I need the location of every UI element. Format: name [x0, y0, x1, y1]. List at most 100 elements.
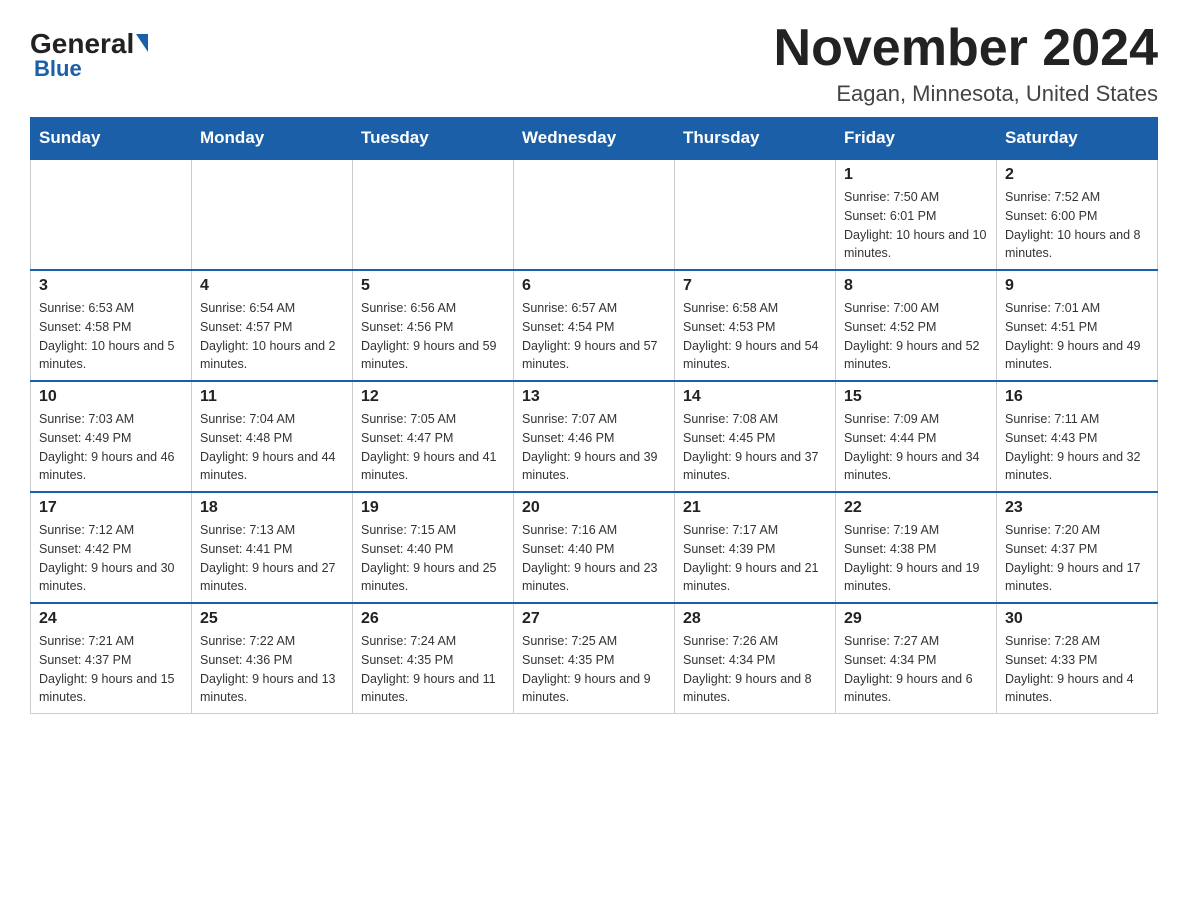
- column-header-sunday: Sunday: [31, 118, 192, 160]
- calendar-cell: 22 Sunrise: 7:19 AMSunset: 4:38 PMDayligh…: [836, 492, 997, 603]
- title-block: November 2024 Eagan, Minnesota, United S…: [774, 20, 1158, 107]
- day-number: 11: [200, 388, 344, 406]
- header-row: SundayMondayTuesdayWednesdayThursdayFrid…: [31, 118, 1158, 160]
- day-detail: Sunrise: 7:08 AMSunset: 4:45 PMDaylight:…: [683, 410, 827, 485]
- day-number: 8: [844, 277, 988, 295]
- day-number: 17: [39, 499, 183, 517]
- calendar-cell: 1Sunrise: 7:50 AMSunset: 6:01 PMDaylight…: [836, 159, 997, 270]
- column-header-thursday: Thursday: [675, 118, 836, 160]
- calendar-cell: 3 Sunrise: 6:53 AMSunset: 4:58 PMDaylight…: [31, 270, 192, 381]
- calendar-cell: [353, 159, 514, 270]
- day-detail: Sunrise: 7:52 AMSunset: 6:00 PMDaylight:…: [1005, 188, 1149, 263]
- calendar-cell: 4 Sunrise: 6:54 AMSunset: 4:57 PMDaylight…: [192, 270, 353, 381]
- calendar-cell: 14 Sunrise: 7:08 AMSunset: 4:45 PMDayligh…: [675, 381, 836, 492]
- logo-general-text: General: [30, 30, 134, 58]
- calendar-header: SundayMondayTuesdayWednesdayThursdayFrid…: [31, 118, 1158, 160]
- calendar-cell: 25 Sunrise: 7:22 AMSunset: 4:36 PMDayligh…: [192, 603, 353, 714]
- column-header-monday: Monday: [192, 118, 353, 160]
- page-header: General Blue November 2024 Eagan, Minnes…: [30, 20, 1158, 107]
- day-number: 3: [39, 277, 183, 295]
- day-detail: Sunrise: 7:24 AMSunset: 4:35 PMDaylight:…: [361, 632, 505, 707]
- week-row-3: 10 Sunrise: 7:03 AMSunset: 4:49 PMDayligh…: [31, 381, 1158, 492]
- calendar-body: 1Sunrise: 7:50 AMSunset: 6:01 PMDaylight…: [31, 159, 1158, 714]
- day-detail: Sunrise: 7:03 AMSunset: 4:49 PMDaylight:…: [39, 410, 183, 485]
- calendar-cell: 13Sunrise: 7:07 AMSunset: 4:46 PMDayligh…: [514, 381, 675, 492]
- day-detail: Sunrise: 6:53 AMSunset: 4:58 PMDaylight:…: [39, 299, 183, 374]
- day-detail: Sunrise: 7:25 AMSunset: 4:35 PMDaylight:…: [522, 632, 666, 707]
- logo: General Blue: [30, 30, 148, 82]
- day-number: 29: [844, 610, 988, 628]
- day-number: 28: [683, 610, 827, 628]
- day-detail: Sunrise: 7:07 AMSunset: 4:46 PMDaylight:…: [522, 410, 666, 485]
- day-number: 27: [522, 610, 666, 628]
- column-header-wednesday: Wednesday: [514, 118, 675, 160]
- day-number: 4: [200, 277, 344, 295]
- calendar-cell: 5Sunrise: 6:56 AMSunset: 4:56 PMDaylight…: [353, 270, 514, 381]
- day-detail: Sunrise: 7:11 AMSunset: 4:43 PMDaylight:…: [1005, 410, 1149, 485]
- day-detail: Sunrise: 7:26 AMSunset: 4:34 PMDaylight:…: [683, 632, 827, 707]
- day-detail: Sunrise: 7:20 AMSunset: 4:37 PMDaylight:…: [1005, 521, 1149, 596]
- day-number: 19: [361, 499, 505, 517]
- day-number: 18: [200, 499, 344, 517]
- calendar-cell: [192, 159, 353, 270]
- calendar-table: SundayMondayTuesdayWednesdayThursdayFrid…: [30, 117, 1158, 714]
- calendar-cell: 2 Sunrise: 7:52 AMSunset: 6:00 PMDaylight…: [997, 159, 1158, 270]
- day-number: 1: [844, 166, 988, 184]
- calendar-cell: 27 Sunrise: 7:25 AMSunset: 4:35 PMDayligh…: [514, 603, 675, 714]
- calendar-cell: [675, 159, 836, 270]
- day-number: 10: [39, 388, 183, 406]
- day-number: 16: [1005, 388, 1149, 406]
- column-header-friday: Friday: [836, 118, 997, 160]
- calendar-cell: 30Sunrise: 7:28 AMSunset: 4:33 PMDayligh…: [997, 603, 1158, 714]
- week-row-4: 17 Sunrise: 7:12 AMSunset: 4:42 PMDayligh…: [31, 492, 1158, 603]
- day-detail: Sunrise: 7:12 AMSunset: 4:42 PMDaylight:…: [39, 521, 183, 596]
- calendar-cell: 10 Sunrise: 7:03 AMSunset: 4:49 PMDayligh…: [31, 381, 192, 492]
- day-detail: Sunrise: 6:57 AMSunset: 4:54 PMDaylight:…: [522, 299, 666, 374]
- day-detail: Sunrise: 6:56 AMSunset: 4:56 PMDaylight:…: [361, 299, 505, 374]
- calendar-cell: 6 Sunrise: 6:57 AMSunset: 4:54 PMDaylight…: [514, 270, 675, 381]
- week-row-1: 1Sunrise: 7:50 AMSunset: 6:01 PMDaylight…: [31, 159, 1158, 270]
- calendar-cell: 19 Sunrise: 7:15 AMSunset: 4:40 PMDayligh…: [353, 492, 514, 603]
- logo-blue-text: Blue: [34, 56, 82, 82]
- calendar-cell: 29Sunrise: 7:27 AMSunset: 4:34 PMDayligh…: [836, 603, 997, 714]
- day-number: 20: [522, 499, 666, 517]
- day-number: 15: [844, 388, 988, 406]
- day-detail: Sunrise: 7:19 AMSunset: 4:38 PMDaylight:…: [844, 521, 988, 596]
- calendar-cell: [31, 159, 192, 270]
- day-detail: Sunrise: 6:54 AMSunset: 4:57 PMDaylight:…: [200, 299, 344, 374]
- day-detail: Sunrise: 7:15 AMSunset: 4:40 PMDaylight:…: [361, 521, 505, 596]
- calendar-cell: 20 Sunrise: 7:16 AMSunset: 4:40 PMDayligh…: [514, 492, 675, 603]
- day-number: 6: [522, 277, 666, 295]
- day-number: 2: [1005, 166, 1149, 184]
- day-detail: Sunrise: 7:16 AMSunset: 4:40 PMDaylight:…: [522, 521, 666, 596]
- day-number: 14: [683, 388, 827, 406]
- day-detail: Sunrise: 7:00 AMSunset: 4:52 PMDaylight:…: [844, 299, 988, 374]
- day-detail: Sunrise: 6:58 AMSunset: 4:53 PMDaylight:…: [683, 299, 827, 374]
- day-detail: Sunrise: 7:05 AMSunset: 4:47 PMDaylight:…: [361, 410, 505, 485]
- day-number: 12: [361, 388, 505, 406]
- calendar-cell: 11Sunrise: 7:04 AMSunset: 4:48 PMDayligh…: [192, 381, 353, 492]
- day-number: 22: [844, 499, 988, 517]
- day-number: 26: [361, 610, 505, 628]
- day-number: 25: [200, 610, 344, 628]
- calendar-cell: [514, 159, 675, 270]
- calendar-cell: 7 Sunrise: 6:58 AMSunset: 4:53 PMDaylight…: [675, 270, 836, 381]
- calendar-cell: 18 Sunrise: 7:13 AMSunset: 4:41 PMDayligh…: [192, 492, 353, 603]
- calendar-cell: 21Sunrise: 7:17 AMSunset: 4:39 PMDayligh…: [675, 492, 836, 603]
- calendar-cell: 15Sunrise: 7:09 AMSunset: 4:44 PMDayligh…: [836, 381, 997, 492]
- day-detail: Sunrise: 7:13 AMSunset: 4:41 PMDaylight:…: [200, 521, 344, 596]
- calendar-cell: 16 Sunrise: 7:11 AMSunset: 4:43 PMDayligh…: [997, 381, 1158, 492]
- day-number: 30: [1005, 610, 1149, 628]
- day-detail: Sunrise: 7:22 AMSunset: 4:36 PMDaylight:…: [200, 632, 344, 707]
- calendar-cell: 12 Sunrise: 7:05 AMSunset: 4:47 PMDayligh…: [353, 381, 514, 492]
- calendar-cell: 23Sunrise: 7:20 AMSunset: 4:37 PMDayligh…: [997, 492, 1158, 603]
- calendar-cell: 9Sunrise: 7:01 AMSunset: 4:51 PMDaylight…: [997, 270, 1158, 381]
- day-number: 7: [683, 277, 827, 295]
- day-detail: Sunrise: 7:17 AMSunset: 4:39 PMDaylight:…: [683, 521, 827, 596]
- calendar-cell: 28 Sunrise: 7:26 AMSunset: 4:34 PMDayligh…: [675, 603, 836, 714]
- day-number: 24: [39, 610, 183, 628]
- logo-arrow-icon: [136, 34, 148, 52]
- column-header-tuesday: Tuesday: [353, 118, 514, 160]
- day-detail: Sunrise: 7:21 AMSunset: 4:37 PMDaylight:…: [39, 632, 183, 707]
- subtitle: Eagan, Minnesota, United States: [774, 81, 1158, 107]
